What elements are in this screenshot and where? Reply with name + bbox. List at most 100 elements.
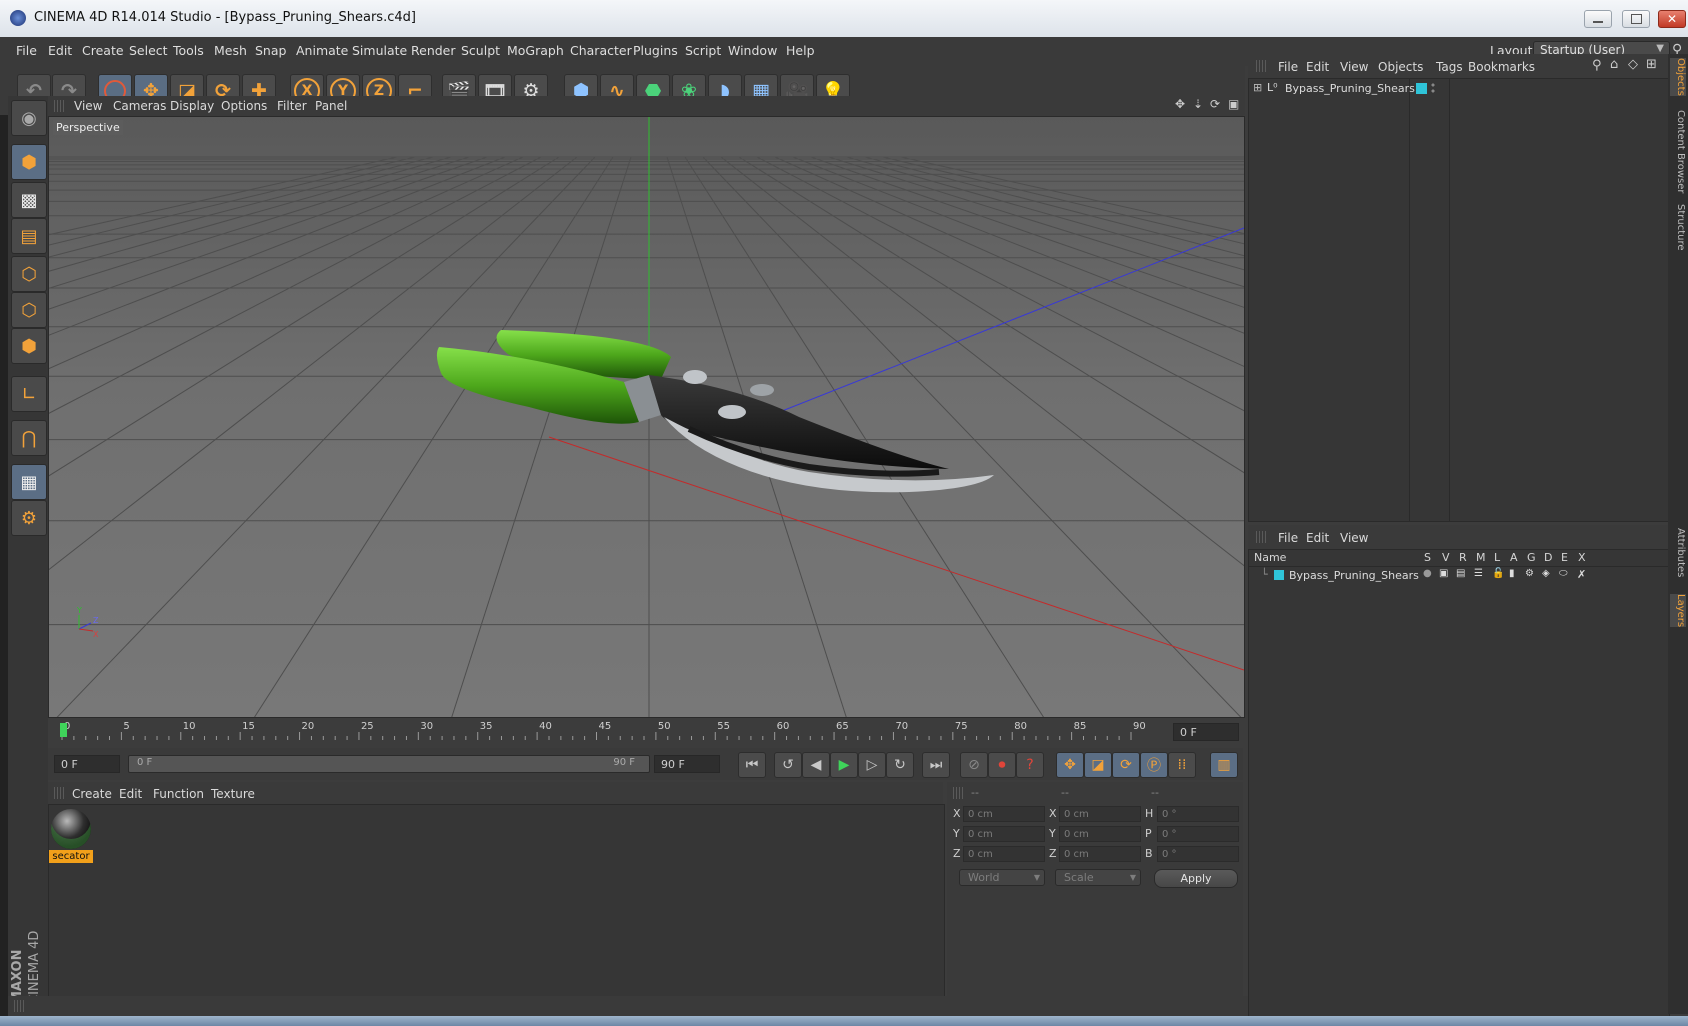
panel-grip-icon[interactable] xyxy=(54,787,64,799)
layer-col-e[interactable]: E xyxy=(1561,551,1568,564)
viewport-zoom-icon[interactable]: ⇣ xyxy=(1193,97,1203,111)
panel-grip-icon[interactable] xyxy=(54,100,64,112)
play-icon[interactable]: ▶ xyxy=(830,752,858,778)
minimize-button[interactable] xyxy=(1584,10,1612,28)
edges-mode-icon[interactable]: ⬡ xyxy=(11,292,47,328)
generators-icon[interactable]: ⚙ xyxy=(1525,568,1534,579)
menu-snap[interactable]: Snap xyxy=(255,43,286,58)
layer-menu-file[interactable]: File xyxy=(1278,531,1298,545)
menu-edit[interactable]: Edit xyxy=(48,43,72,58)
current-frame-field[interactable]: 0 F xyxy=(1173,723,1239,741)
start-frame-field[interactable]: 0 F xyxy=(54,755,120,773)
viewport-perspective[interactable]: Y Z X Perspective xyxy=(48,116,1245,718)
layer-name[interactable]: Bypass_Pruning_Shears xyxy=(1289,569,1419,582)
position-y-field[interactable]: 0 cm xyxy=(963,826,1045,842)
rotation-h-field[interactable]: 0 ° xyxy=(1157,806,1239,822)
viewport-menu-display[interactable]: Display xyxy=(170,99,214,113)
object-name[interactable]: Bypass_Pruning_Shears xyxy=(1285,82,1415,95)
menu-tools[interactable]: Tools xyxy=(173,43,204,58)
material-swatch[interactable]: secator xyxy=(49,807,93,863)
material-menu-edit[interactable]: Edit xyxy=(119,787,142,801)
restore-button[interactable] xyxy=(1622,10,1650,28)
render-icon[interactable]: ▤ xyxy=(1456,568,1465,579)
search-icon[interactable]: ⚲ xyxy=(1592,58,1602,73)
menu-mesh[interactable]: Mesh xyxy=(214,43,247,58)
viewport-maximize-icon[interactable]: ▣ xyxy=(1228,97,1239,111)
object-row[interactable]: ⊞ L⁰ Bypass_Pruning_Shears xyxy=(1249,81,1669,97)
workplane-lock-icon[interactable]: ▦ xyxy=(11,464,47,500)
scale-key-icon[interactable]: ◪ xyxy=(1084,752,1112,778)
rotation-p-field[interactable]: 0 ° xyxy=(1157,826,1239,842)
end-frame-field[interactable]: 90 F xyxy=(654,755,720,773)
material-menu-create[interactable]: Create xyxy=(72,787,112,801)
polygons-mode-icon[interactable]: ⬢ xyxy=(11,328,47,364)
viewport-menu-options[interactable]: Options xyxy=(221,99,267,113)
xref-icon[interactable]: ✗ xyxy=(1577,568,1586,581)
texture-mode-icon[interactable]: ▩ xyxy=(11,182,47,218)
layer-menu-view[interactable]: View xyxy=(1340,531,1368,545)
workplane-mode-icon[interactable]: ▤ xyxy=(11,218,47,254)
keyframe-selection-icon[interactable]: ? xyxy=(1016,752,1044,778)
material-menu-texture[interactable]: Texture xyxy=(211,787,255,801)
size-y-field[interactable]: 0 cm xyxy=(1059,826,1141,842)
menu-window[interactable]: Window xyxy=(728,43,777,58)
animation-icon[interactable]: ▮ xyxy=(1509,568,1515,579)
object-menu-objects[interactable]: Objects xyxy=(1378,60,1423,74)
next-key-icon[interactable]: ↻ xyxy=(886,752,914,778)
menu-create[interactable]: Create xyxy=(82,43,124,58)
position-x-field[interactable]: 0 cm xyxy=(963,806,1045,822)
timeline-ruler[interactable]: 0 5 10 15 20 25 30 35 40 45 50 55 60 65 70 75 80 85 90 0 F xyxy=(48,718,1243,746)
position-key-icon[interactable]: ✥ xyxy=(1056,752,1084,778)
size-mode-dropdown[interactable]: Scale ▼ xyxy=(1055,869,1141,886)
rotation-key-icon[interactable]: ⟳ xyxy=(1112,752,1140,778)
playhead[interactable] xyxy=(60,723,67,737)
expressions-icon[interactable]: ⬭ xyxy=(1559,568,1568,579)
viewport-move-icon[interactable]: ✥ xyxy=(1175,97,1185,111)
viewport-menu-filter[interactable]: Filter xyxy=(277,99,307,113)
apply-button[interactable]: Apply xyxy=(1154,869,1238,888)
home-icon[interactable]: ⌂ xyxy=(1610,57,1618,72)
material-menu-function[interactable]: Function xyxy=(153,787,204,801)
size-z-field[interactable]: 0 cm xyxy=(1059,846,1141,862)
go-to-end-icon[interactable]: ⏭ xyxy=(922,752,950,778)
auto-key-icon[interactable]: ⏺ xyxy=(988,752,1016,778)
rotation-b-field[interactable]: 0 ° xyxy=(1157,846,1239,862)
previous-frame-icon[interactable]: ◀ xyxy=(802,752,830,778)
layer-color-swatch[interactable] xyxy=(1274,570,1284,580)
menu-character[interactable]: Character xyxy=(570,43,632,58)
menu-script[interactable]: Script xyxy=(685,43,721,58)
expand-icon[interactable]: ⊞ xyxy=(1253,81,1262,94)
previous-key-icon[interactable]: ↺ xyxy=(774,752,802,778)
parameter-key-icon[interactable]: Ⓟ xyxy=(1140,752,1168,778)
menu-select[interactable]: Select xyxy=(129,43,168,58)
menu-mograph[interactable]: MoGraph xyxy=(507,43,564,58)
frame-range-slider[interactable]: 0 F 90 F xyxy=(128,755,650,773)
go-to-start-icon[interactable]: ⏮ xyxy=(738,752,766,778)
tab-content-browser[interactable]: Content Browser xyxy=(1670,110,1686,193)
deformers-icon[interactable]: ◈ xyxy=(1542,568,1550,579)
position-z-field[interactable]: 0 cm xyxy=(963,846,1045,862)
model-mode-icon[interactable]: ⬢ xyxy=(11,144,47,180)
pruning-shears-model[interactable] xyxy=(436,330,994,493)
coordinate-space-dropdown[interactable]: World ▼ xyxy=(959,869,1045,886)
close-button[interactable]: ✕ xyxy=(1658,10,1686,28)
visibility-dots-icon[interactable] xyxy=(1431,82,1435,94)
object-menu-file[interactable]: File xyxy=(1278,60,1298,74)
layer-col-v[interactable]: V xyxy=(1442,551,1450,564)
layer-menu-edit[interactable]: Edit xyxy=(1306,531,1329,545)
tab-structure[interactable]: Structure xyxy=(1670,204,1686,251)
tab-objects[interactable]: Objects xyxy=(1670,58,1686,96)
menu-sculpt[interactable]: Sculpt xyxy=(461,43,500,58)
timeline-icon[interactable]: ▥ xyxy=(1210,752,1238,778)
layer-col-m[interactable]: M xyxy=(1476,551,1486,564)
object-menu-edit[interactable]: Edit xyxy=(1306,60,1329,74)
layer-col-g[interactable]: G xyxy=(1527,551,1536,564)
pla-key-icon[interactable]: ⁞⁞ xyxy=(1168,752,1196,778)
layer-col-r[interactable]: R xyxy=(1459,551,1467,564)
view-icon[interactable]: ▣ xyxy=(1439,568,1448,579)
solo-icon[interactable]: ● xyxy=(1423,568,1432,579)
soft-selection-icon[interactable]: ⚙ xyxy=(11,500,47,536)
object-menu-view[interactable]: View xyxy=(1340,60,1368,74)
menu-simulate[interactable]: Simulate xyxy=(352,43,407,58)
layer-col-l[interactable]: L xyxy=(1494,551,1500,564)
